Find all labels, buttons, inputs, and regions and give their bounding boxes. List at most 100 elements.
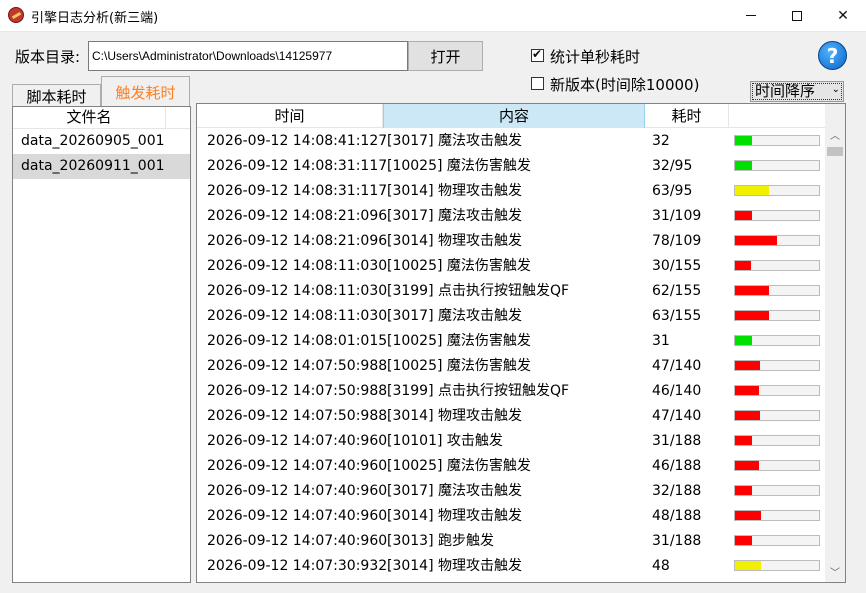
cost-level-bar (734, 435, 820, 446)
row-cost: 32 (652, 133, 670, 149)
scroll-up-icon[interactable]: ︿ (825, 128, 845, 145)
scroll-thumb[interactable] (827, 147, 843, 156)
table-row[interactable]: 2026-09-12 14:08:21:096 [3017] 魔法攻击触发 31/1… (197, 204, 825, 229)
open-button[interactable]: 打开 (408, 41, 483, 71)
cost-level-bar (734, 510, 820, 521)
file-list-panel: 文件名 data_20260905_001 data_20260911_001 (12, 106, 191, 583)
table-row[interactable]: 2026-09-12 14:08:01:015 [10025] 魔法伤害触发 31 (197, 329, 825, 354)
row-time: 2026-09-12 14:07:50:988 (207, 408, 388, 424)
row-content: [10025] 魔法伤害触发 (387, 458, 531, 474)
scroll-down-icon[interactable]: ﹀ (825, 565, 845, 582)
table-row[interactable]: 2026-09-12 14:07:40:960 [3013] 跑步触发 31/188 (197, 529, 825, 554)
cost-level-bar (734, 235, 820, 246)
cost-level-fill (735, 511, 761, 520)
table-row[interactable]: 2026-09-12 14:07:40:960 [10101] 攻击触发 31/18… (197, 429, 825, 454)
tab-script-cost[interactable]: 脚本耗时 (12, 84, 101, 108)
table-row[interactable]: 2026-09-12 14:08:31:117 [10025] 魔法伤害触发 32/… (197, 154, 825, 179)
dir-label: 版本目录: (15, 48, 81, 66)
table-row[interactable]: 2026-09-12 14:07:30:932 [3014] 物理攻击触发 48 (197, 554, 825, 579)
table-row[interactable]: 2026-09-12 14:07:50:988 [3199] 点击执行按钮触发QF… (197, 379, 825, 404)
row-cost: 48/188 (652, 508, 702, 524)
row-time: 2026-09-12 14:08:31:117 (207, 158, 388, 174)
column-header-bar[interactable] (729, 104, 825, 128)
row-content: [3014] 物理攻击触发 (387, 233, 523, 249)
cost-level-fill (735, 211, 752, 220)
table-row[interactable]: 2026-09-12 14:08:41:127 [3017] 魔法攻击触发 32 (197, 129, 825, 154)
cost-level-bar (734, 260, 820, 271)
cost-level-bar (734, 410, 820, 421)
cost-level-bar (734, 560, 820, 571)
row-time: 2026-09-12 14:07:50:988 (207, 383, 388, 399)
help-icon[interactable]: ? (818, 41, 847, 70)
file-list-item[interactable]: data_20260905_001 (13, 129, 190, 154)
table-row[interactable]: 2026-09-12 14:07:40:960 [10025] 魔法伤害触发 46/… (197, 454, 825, 479)
row-time: 2026-09-12 14:08:11:030 (207, 308, 388, 324)
cost-level-fill (735, 461, 759, 470)
row-cost: 78/109 (652, 233, 702, 249)
row-content: [10101] 攻击触发 (387, 433, 503, 449)
cost-level-bar (734, 460, 820, 471)
minimize-button[interactable] (728, 0, 774, 31)
file-name-column-header[interactable]: 文件名 (13, 107, 166, 128)
row-time: 2026-09-12 14:08:21:096 (207, 208, 388, 224)
row-cost: 46/188 (652, 458, 702, 474)
title-bar: 引擎日志分析(新三端) ✕ (0, 0, 866, 31)
table-row[interactable]: 2026-09-12 14:07:50:988 [10025] 魔法伤害触发 47/… (197, 354, 825, 379)
table-body: 2026-09-12 14:08:41:127 [3017] 魔法攻击触发 32 20… (197, 129, 825, 579)
row-cost: 32/188 (652, 483, 702, 499)
row-time: 2026-09-12 14:07:40:960 (207, 483, 388, 499)
row-time: 2026-09-12 14:07:50:988 (207, 358, 388, 374)
row-content: [3014] 物理攻击触发 (387, 558, 523, 574)
row-time: 2026-09-12 14:07:40:960 (207, 458, 388, 474)
cost-level-fill (735, 261, 751, 270)
row-content: [10025] 魔法伤害触发 (387, 358, 531, 374)
dir-path-input[interactable]: C:\Users\Administrator\Downloads\1412597… (88, 41, 408, 71)
row-content: [3199] 点击执行按钮触发QF (387, 283, 570, 299)
table-row[interactable]: 2026-09-12 14:07:50:988 [3014] 物理攻击触发 47/1… (197, 404, 825, 429)
row-cost: 32/95 (652, 158, 693, 174)
row-cost: 48 (652, 558, 670, 574)
table-row[interactable]: 2026-09-12 14:08:11:030 [3017] 魔法攻击触发 63/1… (197, 304, 825, 329)
row-content: [3014] 物理攻击触发 (387, 508, 523, 524)
vertical-scrollbar[interactable]: ︿ ﹀ (825, 104, 845, 582)
cost-level-fill (735, 286, 769, 295)
sort-order-select[interactable]: 时间降序 ⌄ (750, 81, 844, 102)
new-version-checkbox[interactable] (531, 77, 544, 90)
row-cost: 47/140 (652, 408, 702, 424)
table-row[interactable]: 2026-09-12 14:07:40:960 [3017] 魔法攻击触发 32/1… (197, 479, 825, 504)
table-row[interactable]: 2026-09-12 14:08:11:030 [3199] 点击执行按钮触发QF… (197, 279, 825, 304)
row-content: [3199] 点击执行按钮触发QF (387, 383, 570, 399)
tab-trigger-cost[interactable]: 触发耗时 (101, 76, 190, 107)
cost-level-fill (735, 436, 752, 445)
row-content: [3017] 魔法攻击触发 (387, 483, 523, 499)
trigger-cost-table: 时间 内容 耗时 2026-09-12 14:08:41:127 [3017] 魔… (196, 103, 846, 583)
row-cost: 30/155 (652, 258, 702, 274)
close-button[interactable]: ✕ (820, 0, 866, 31)
stat-per-second-label[interactable]: 统计单秒耗时 (550, 46, 640, 67)
cost-level-bar (734, 335, 820, 346)
cost-level-fill (735, 186, 769, 195)
row-time: 2026-09-12 14:08:31:117 (207, 183, 388, 199)
cost-level-bar (734, 210, 820, 221)
row-content: [3017] 魔法攻击触发 (387, 208, 523, 224)
file-list-item[interactable]: data_20260911_001 (13, 154, 190, 179)
row-content: [3017] 魔法攻击触发 (387, 133, 523, 149)
row-cost: 31/188 (652, 433, 702, 449)
column-header-cost[interactable]: 耗时 (645, 104, 729, 128)
column-header-time[interactable]: 时间 (197, 104, 383, 128)
row-cost: 63/95 (652, 183, 693, 199)
table-row[interactable]: 2026-09-12 14:08:11:030 [10025] 魔法伤害触发 30/… (197, 254, 825, 279)
maximize-button[interactable] (774, 0, 820, 31)
stat-per-second-checkbox[interactable] (531, 47, 544, 62)
cost-level-bar (734, 485, 820, 496)
sort-order-value: 时间降序 (755, 82, 816, 100)
table-row[interactable]: 2026-09-12 14:07:40:960 [3014] 物理攻击触发 48/1… (197, 504, 825, 529)
table-row[interactable]: 2026-09-12 14:08:31:117 [3014] 物理攻击触发 63/9… (197, 179, 825, 204)
cost-level-fill (735, 386, 759, 395)
cost-level-bar (734, 310, 820, 321)
app-logo-icon (8, 7, 24, 23)
new-version-label[interactable]: 新版本(时间除10000) (550, 74, 699, 95)
table-row[interactable]: 2026-09-12 14:08:21:096 [3014] 物理攻击触发 78/1… (197, 229, 825, 254)
column-header-content[interactable]: 内容 (383, 104, 645, 128)
cost-level-fill (735, 136, 752, 145)
